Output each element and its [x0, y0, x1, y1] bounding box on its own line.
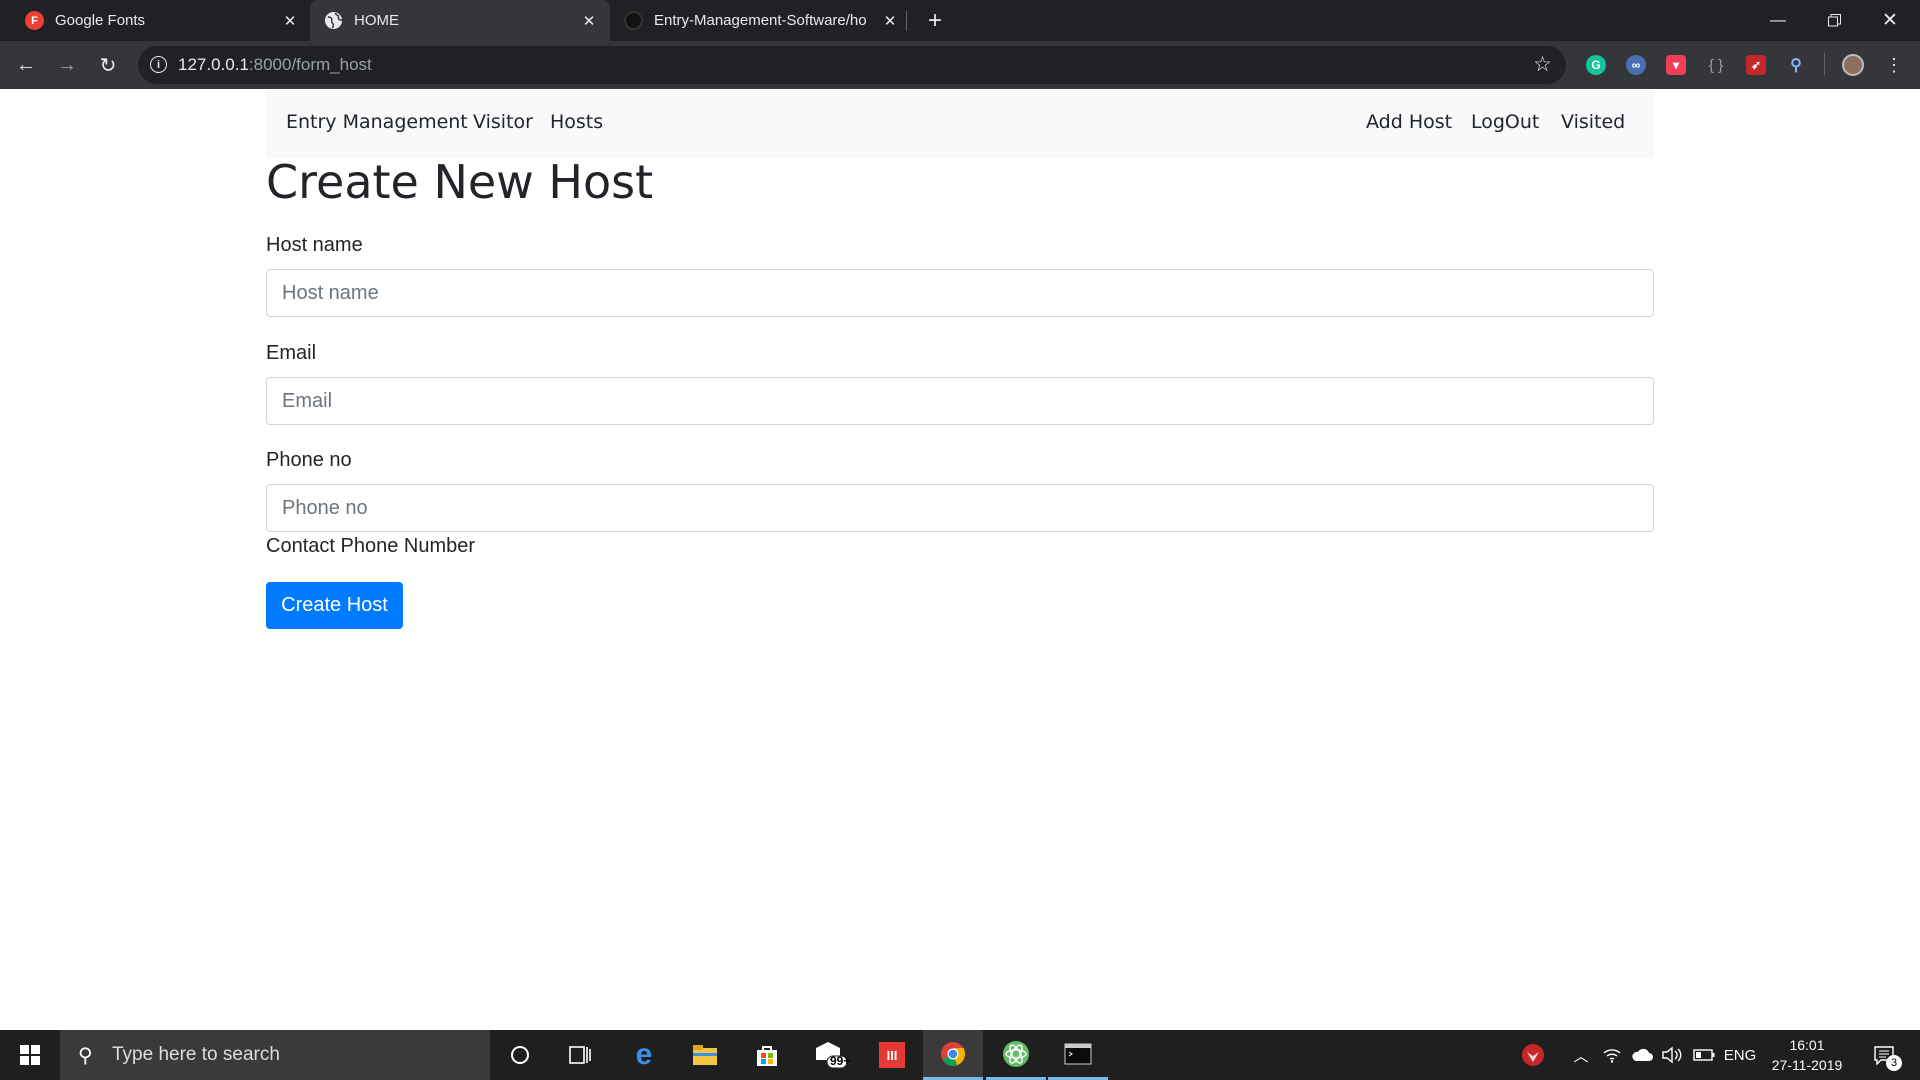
avatar[interactable]: [1842, 54, 1864, 76]
chevron-up-icon[interactable]: ︿: [1568, 1030, 1594, 1080]
site-navbar: Entry Management Visitor Hosts Add Host …: [266, 89, 1654, 158]
windows-taskbar: ⚲ Type here to search e 99+ III ︿ ENG 16…: [0, 1030, 1920, 1080]
page-title: Create New Host: [266, 155, 654, 209]
browser-tab-home[interactable]: HOME ✕: [310, 0, 610, 41]
address-bar[interactable]: i 127.0.0.1:8000/form_host ☆: [138, 46, 1566, 84]
github-icon: [624, 11, 643, 30]
nav-link-hosts[interactable]: Hosts: [550, 111, 603, 133]
email-input[interactable]: [266, 377, 1654, 425]
tab-title: Entry-Management-Software/ho: [654, 12, 867, 29]
back-arrow-icon[interactable]: ←: [10, 49, 42, 81]
phone-help-text: Contact Phone Number: [266, 535, 476, 557]
volume-icon[interactable]: [1658, 1030, 1686, 1080]
menu-dots-icon[interactable]: ⋮: [1878, 49, 1910, 81]
nav-link-visitor[interactable]: Visitor: [473, 111, 533, 133]
nav-link-add-host[interactable]: Add Host: [1366, 111, 1452, 133]
mail-icon[interactable]: 99+: [800, 1030, 860, 1080]
mail-badge: 99+: [830, 1054, 851, 1068]
taskbar-clock[interactable]: 16:01 27-11-2019: [1762, 1035, 1852, 1075]
tab-divider: [906, 11, 907, 31]
notification-center-icon[interactable]: 3: [1862, 1030, 1906, 1080]
info-icon[interactable]: i: [150, 56, 167, 73]
browser-toolbar: ← → ↻ i 127.0.0.1:8000/form_host ☆ G ∞ ▾…: [0, 41, 1920, 89]
toolbar-divider: [1824, 53, 1825, 75]
language-indicator[interactable]: ENG: [1720, 1030, 1760, 1080]
file-explorer-icon[interactable]: [675, 1030, 735, 1080]
tab-title: HOME: [354, 12, 399, 29]
tab-title: Google Fonts: [55, 12, 146, 29]
atom-icon[interactable]: [986, 1030, 1046, 1080]
security-app-icon[interactable]: [1518, 1030, 1548, 1080]
windows-start-icon[interactable]: [0, 1030, 60, 1080]
rocket-icon[interactable]: ➶: [1746, 55, 1766, 75]
chrome-icon[interactable]: [923, 1030, 983, 1080]
search-extension-icon[interactable]: ⚲: [1786, 55, 1806, 75]
close-icon[interactable]: ✕: [881, 12, 899, 30]
bookmark-star-icon[interactable]: ☆: [1533, 52, 1552, 77]
onedrive-cloud-icon[interactable]: [1628, 1030, 1656, 1080]
create-host-button[interactable]: Create Host: [266, 582, 403, 629]
browser-tab-github[interactable]: Entry-Management-Software/ho ✕: [612, 0, 907, 41]
app-red-icon[interactable]: III: [862, 1030, 922, 1080]
globe-icon: [324, 11, 343, 30]
forward-arrow-icon[interactable]: →: [51, 49, 83, 81]
braces-icon[interactable]: { }: [1706, 55, 1726, 75]
browser-tab-google-fonts[interactable]: F Google Fonts ✕: [0, 0, 307, 41]
store-icon[interactable]: [737, 1030, 797, 1080]
phone-label: Phone no: [266, 449, 352, 471]
clock-time: 16:01: [1789, 1037, 1825, 1053]
phone-input[interactable]: [266, 484, 1654, 532]
new-tab-icon[interactable]: +: [922, 7, 948, 34]
nav-link-visited[interactable]: Visited: [1561, 111, 1625, 133]
extension-icon[interactable]: ∞: [1626, 55, 1646, 75]
close-icon[interactable]: ✕: [281, 12, 299, 30]
grammarly-icon[interactable]: G: [1586, 55, 1606, 75]
email-label: Email: [266, 342, 317, 364]
page-content: Entry Management Visitor Hosts Add Host …: [0, 89, 1920, 1030]
battery-icon[interactable]: [1690, 1030, 1718, 1080]
reload-icon[interactable]: ↻: [92, 49, 124, 81]
search-icon: ⚲: [78, 1044, 93, 1067]
url-path: :8000/form_host: [248, 55, 372, 74]
taskbar-search-placeholder: Type here to search: [112, 1044, 280, 1065]
minimize-icon[interactable]: —: [1750, 0, 1806, 41]
nav-link-logout[interactable]: LogOut: [1471, 111, 1539, 133]
cortana-icon[interactable]: [490, 1030, 550, 1080]
host-name-label: Host name: [266, 234, 363, 256]
close-window-icon[interactable]: ✕: [1862, 0, 1918, 41]
edge-icon[interactable]: e: [614, 1030, 674, 1080]
task-view-icon[interactable]: [550, 1030, 610, 1080]
notification-count: 3: [1886, 1055, 1902, 1071]
browser-tab-strip: F Google Fonts ✕ HOME ✕ Entry-Management…: [0, 0, 1920, 41]
pocket-icon[interactable]: ▾: [1666, 55, 1686, 75]
host-name-input[interactable]: [266, 269, 1654, 317]
google-fonts-icon: F: [25, 11, 44, 30]
taskbar-search-box[interactable]: ⚲ Type here to search: [60, 1030, 490, 1080]
clock-date: 27-11-2019: [1771, 1057, 1843, 1073]
url-host: 127.0.0.1: [178, 55, 249, 74]
terminal-icon[interactable]: [1048, 1030, 1108, 1080]
wifi-icon[interactable]: [1598, 1030, 1626, 1080]
navbar-brand[interactable]: Entry Management: [286, 111, 468, 133]
restore-icon[interactable]: [1806, 0, 1862, 41]
close-icon[interactable]: ✕: [580, 12, 598, 30]
url-text[interactable]: 127.0.0.1:8000/form_host: [178, 55, 372, 75]
